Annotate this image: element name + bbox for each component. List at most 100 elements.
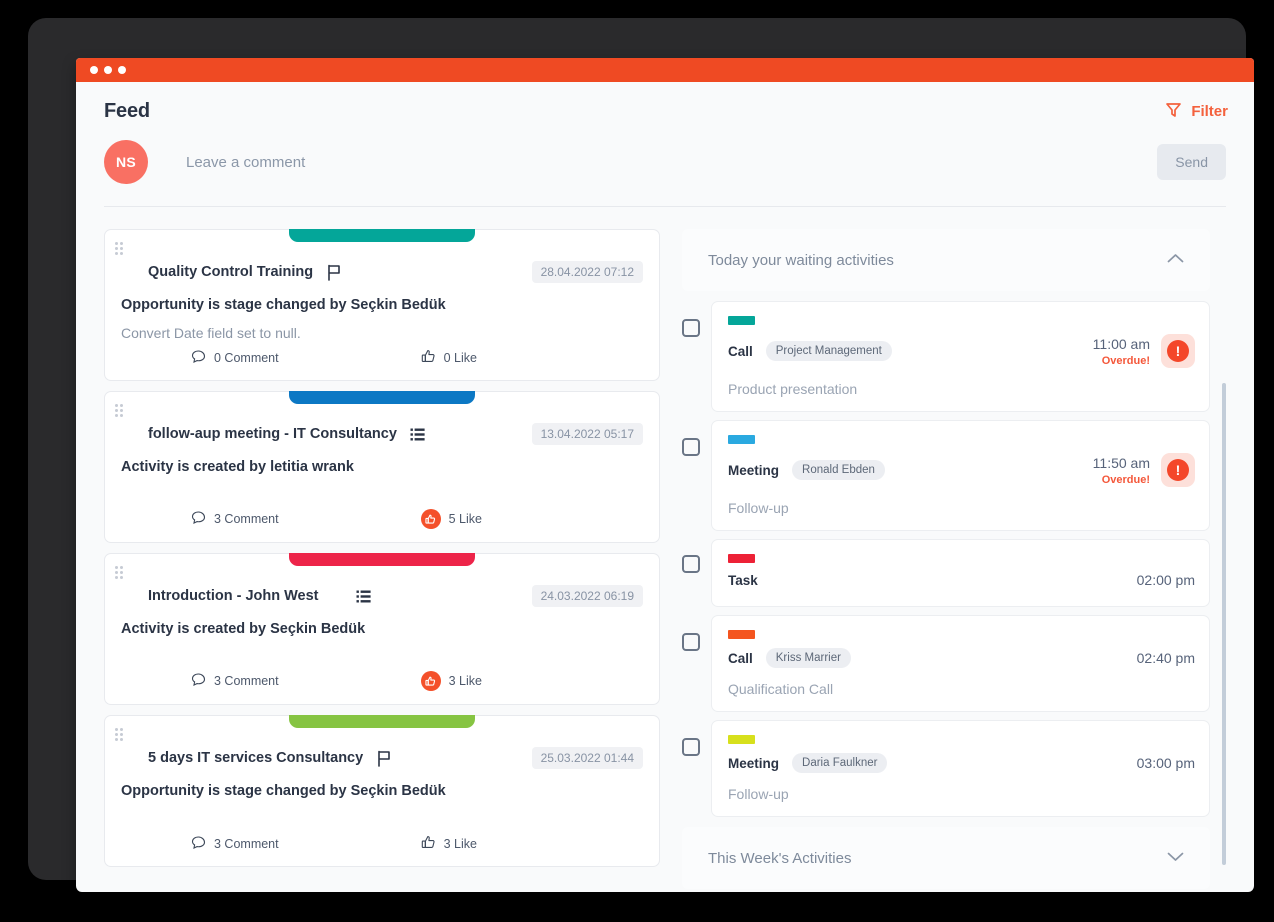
send-button[interactable]: Send xyxy=(1157,144,1226,180)
list-icon xyxy=(356,589,372,604)
activity-meta-row: Meeting Ronald Ebden 11:50 am Overdue! ! xyxy=(728,453,1195,487)
activity-color-marker xyxy=(728,435,755,444)
like-action[interactable]: 3 Like xyxy=(421,835,477,853)
feed-card[interactable]: follow-aup meeting - IT Consultancy 13.0… xyxy=(104,391,660,543)
activity-chip: Project Management xyxy=(765,341,892,361)
activity-status: 11:00 am Overdue! ! xyxy=(1093,334,1195,368)
like-action[interactable]: 5 Like xyxy=(420,509,482,529)
activity-list: Call Project Management 11:00 am Overdue… xyxy=(682,301,1228,865)
exclamation-icon: ! xyxy=(1167,459,1189,481)
overdue-label: Overdue! xyxy=(1101,354,1150,367)
activity-type: Meeting xyxy=(728,462,780,478)
card-color-tab xyxy=(289,553,475,566)
overdue-alert-badge: ! xyxy=(1161,453,1195,487)
like-action[interactable]: 3 Like xyxy=(420,671,482,691)
week-activities-title: This Week's Activities xyxy=(708,849,852,867)
card-sub-text: Convert Date field set to null. xyxy=(121,325,301,341)
card-header: follow-aup meeting - IT Consultancy 13.0… xyxy=(121,423,643,445)
card-title: follow-aup meeting - IT Consultancy xyxy=(148,426,397,442)
list-icon xyxy=(410,427,426,442)
activity-status: 03:00 pm xyxy=(1137,755,1195,771)
activity-time: 02:00 pm xyxy=(1136,572,1195,588)
list-item[interactable]: Call Project Management 11:00 am Overdue… xyxy=(682,301,1228,412)
list-item[interactable]: Task 02:00 pm xyxy=(682,539,1228,607)
chevron-up-icon[interactable] xyxy=(1167,251,1184,269)
window-dot-maximize[interactable] xyxy=(118,66,126,74)
activity-chip: Ronald Ebden xyxy=(792,460,885,480)
drag-handle-icon[interactable] xyxy=(115,728,123,741)
activity-checkbox[interactable] xyxy=(682,555,700,573)
activity-note: Qualification Call xyxy=(728,681,834,697)
feed-card[interactable]: Introduction - John West 24.03.2022 06:1… xyxy=(104,553,660,705)
activity-time: 03:00 pm xyxy=(1136,755,1195,771)
card-color-tab xyxy=(289,715,475,728)
window-dot-minimize[interactable] xyxy=(104,66,112,74)
activities-scrollbar[interactable] xyxy=(1222,383,1226,865)
window-dot-close[interactable] xyxy=(90,66,98,74)
today-activities-header[interactable]: Today your waiting activities xyxy=(682,229,1210,291)
activity-time-block: 11:50 am Overdue! xyxy=(1093,455,1150,486)
comment-input[interactable] xyxy=(186,153,1158,171)
comment-action[interactable]: 3 Comment xyxy=(191,835,279,853)
activity-card[interactable]: Call Kriss Marrier 02:40 pm Qualificatio… xyxy=(711,615,1210,712)
activity-card[interactable]: Call Project Management 11:00 am Overdue… xyxy=(711,301,1210,412)
comment-action[interactable]: 0 Comment xyxy=(191,349,279,367)
feed-card[interactable]: 5 days IT services Consultancy 25.03.202… xyxy=(104,715,660,867)
card-date: 28.04.2022 07:12 xyxy=(531,261,643,283)
card-color-tab xyxy=(289,391,475,404)
comment-action[interactable]: 3 Comment xyxy=(191,510,279,528)
activity-checkbox[interactable] xyxy=(682,633,700,651)
activity-card[interactable]: Task 02:00 pm xyxy=(711,539,1210,607)
activity-card[interactable]: Meeting Daria Faulkner 03:00 pm Follow-u… xyxy=(711,720,1210,817)
activity-checkbox[interactable] xyxy=(682,438,700,456)
activity-chip: Daria Faulkner xyxy=(792,753,888,773)
activity-color-marker xyxy=(728,554,755,563)
drag-handle-icon[interactable] xyxy=(115,404,123,417)
chevron-down-icon[interactable] xyxy=(1167,849,1184,867)
thumbs-up-icon xyxy=(421,349,436,367)
card-footer: 0 Comment 0 Like xyxy=(121,349,643,367)
card-main-text: Opportunity is stage changed by Seçkin B… xyxy=(121,297,446,313)
app-header: Feed Filter NS Send xyxy=(76,82,1254,207)
exclamation-icon: ! xyxy=(1167,340,1189,362)
card-main-text: Activity is created by Seçkin Bedük xyxy=(121,621,366,637)
avatar: NS xyxy=(104,140,148,184)
flag-icon xyxy=(376,750,392,767)
overdue-label: Overdue! xyxy=(1101,473,1150,486)
activity-time: 02:40 pm xyxy=(1136,650,1195,666)
activity-type: Meeting xyxy=(728,755,780,771)
activity-checkbox[interactable] xyxy=(682,738,700,756)
week-activities-header[interactable]: This Week's Activities xyxy=(682,827,1210,889)
activity-card[interactable]: Meeting Ronald Ebden 11:50 am Overdue! ! xyxy=(711,420,1210,531)
comment-action[interactable]: 3 Comment xyxy=(191,672,279,690)
activity-note: Follow-up xyxy=(728,786,789,802)
card-footer: 3 Comment 3 Like xyxy=(121,671,643,691)
list-item[interactable]: Call Kriss Marrier 02:40 pm Qualificatio… xyxy=(682,615,1228,712)
today-activities-title: Today your waiting activities xyxy=(708,251,894,269)
list-item[interactable]: Meeting Daria Faulkner 03:00 pm Follow-u… xyxy=(682,720,1228,817)
feed-card[interactable]: Quality Control Training 28.04.2022 07:1… xyxy=(104,229,660,381)
card-date: 13.04.2022 05:17 xyxy=(531,423,643,445)
activity-color-marker xyxy=(728,630,755,639)
comment-bubble-icon xyxy=(191,835,206,853)
filter-label: Filter xyxy=(1191,103,1228,120)
card-footer: 3 Comment 3 Like xyxy=(121,835,643,853)
filter-funnel-icon xyxy=(1165,101,1182,122)
activity-meta-row: Meeting Daria Faulkner 03:00 pm xyxy=(728,753,1195,773)
comment-bubble-icon xyxy=(191,672,206,690)
thumbs-up-icon xyxy=(420,671,441,691)
activity-status: 11:50 am Overdue! ! xyxy=(1093,453,1195,487)
drag-handle-icon[interactable] xyxy=(115,242,123,255)
filter-button[interactable]: Filter xyxy=(1165,101,1228,122)
activity-type: Call xyxy=(728,343,753,359)
list-item[interactable]: Meeting Ronald Ebden 11:50 am Overdue! ! xyxy=(682,420,1228,531)
activity-note: Product presentation xyxy=(728,381,858,397)
card-main-text: Activity is created by letitia wrank xyxy=(121,459,354,475)
activity-time: 11:50 am xyxy=(1092,454,1150,471)
like-action[interactable]: 0 Like xyxy=(421,349,477,367)
activity-checkbox[interactable] xyxy=(682,319,700,337)
activity-status: 02:00 pm xyxy=(1137,572,1195,588)
drag-handle-icon[interactable] xyxy=(115,566,123,579)
device-bezel: Feed Filter NS Send xyxy=(28,18,1254,892)
comment-bubble-icon xyxy=(191,510,206,528)
